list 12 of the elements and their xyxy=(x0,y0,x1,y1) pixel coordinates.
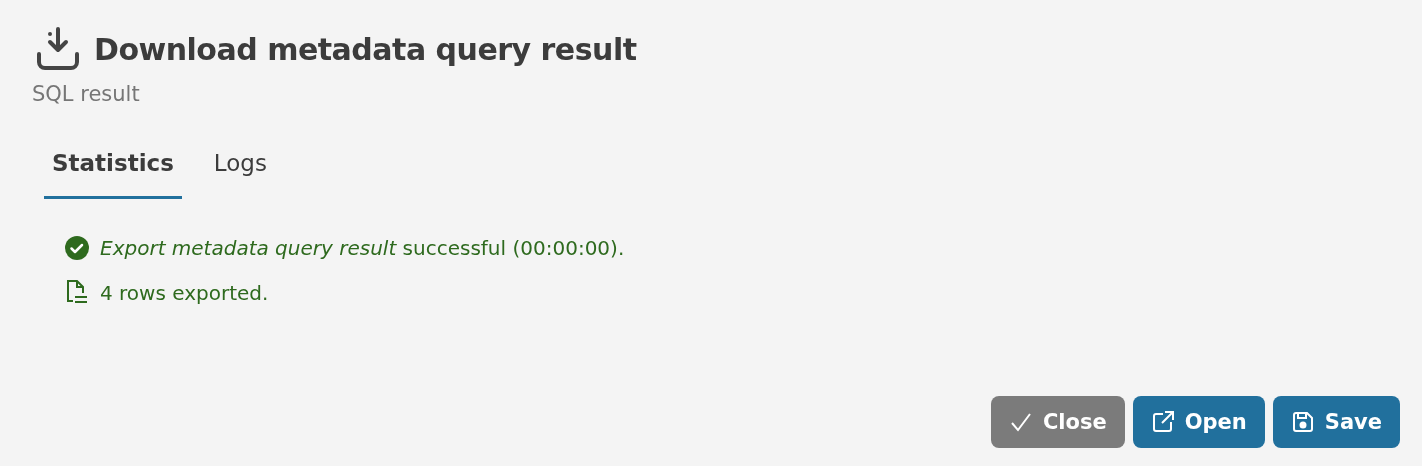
dialog-subtitle: SQL result xyxy=(32,82,141,106)
external-link-icon xyxy=(1150,410,1175,434)
tab[interactable]: Logs xyxy=(205,140,275,199)
tab[interactable]: Statistics xyxy=(44,140,182,199)
status-message: Export metadata query result successful (00:00:00). xyxy=(100,236,625,260)
save-button[interactable]: Save xyxy=(1272,396,1400,448)
download-icon xyxy=(36,26,80,72)
check-circle-icon xyxy=(64,235,90,261)
close-button[interactable]: Close xyxy=(990,396,1125,448)
dialog-title: Download metadata query result xyxy=(94,31,637,67)
open-button[interactable]: Open xyxy=(1132,396,1265,448)
status-message: 4 rows exported. xyxy=(100,281,269,305)
